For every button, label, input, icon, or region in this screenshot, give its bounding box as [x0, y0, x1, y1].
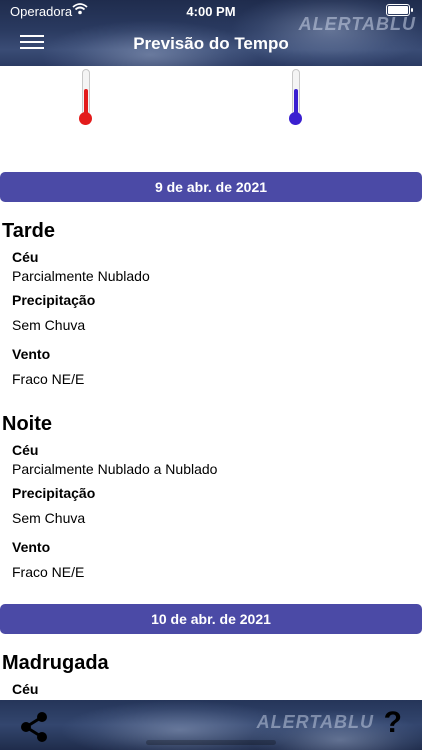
sky-value: Parcialmente Nublado a Nublado [12, 461, 218, 477]
period-title: Tarde [2, 220, 55, 242]
wind-value: Fraco NE/E [12, 564, 85, 580]
precipitation-value: Sem Chuva [12, 317, 86, 333]
share-icon[interactable] [18, 710, 50, 744]
sky-label: Céu [12, 442, 39, 458]
help-button[interactable]: ? [384, 706, 402, 740]
alertablu-logo: ALERTABLU [256, 712, 374, 732]
sky-label: Céu [12, 249, 39, 265]
period-title: Madrugada [2, 652, 109, 674]
wind-value: Fraco NE/E [12, 371, 85, 387]
precipitation-value: Sem Chuva [12, 510, 86, 526]
precipitation-label: Precipitação [12, 292, 96, 308]
thermometer-cold-icon [289, 69, 303, 125]
sky-label: Céu [12, 681, 39, 697]
date-header: 9 de abr. de 2021 [0, 172, 422, 202]
thermometer-hot-icon [79, 69, 93, 125]
page-title: Previsão do Tempo [133, 34, 289, 53]
home-indicator [146, 740, 276, 745]
wind-label: Vento [12, 539, 51, 555]
period-title: Noite [2, 413, 52, 435]
precipitation-label: Precipitação [12, 485, 96, 501]
app-header: Operadora 4:00 PM Previsão do Tempo ALER… [0, 0, 422, 66]
date-header: 10 de abr. de 2021 [0, 604, 422, 634]
wind-label: Vento [12, 346, 51, 362]
alertablu-logo: ALERTABLU [298, 14, 416, 34]
sky-value: Parcialmente Nublado [12, 268, 150, 284]
